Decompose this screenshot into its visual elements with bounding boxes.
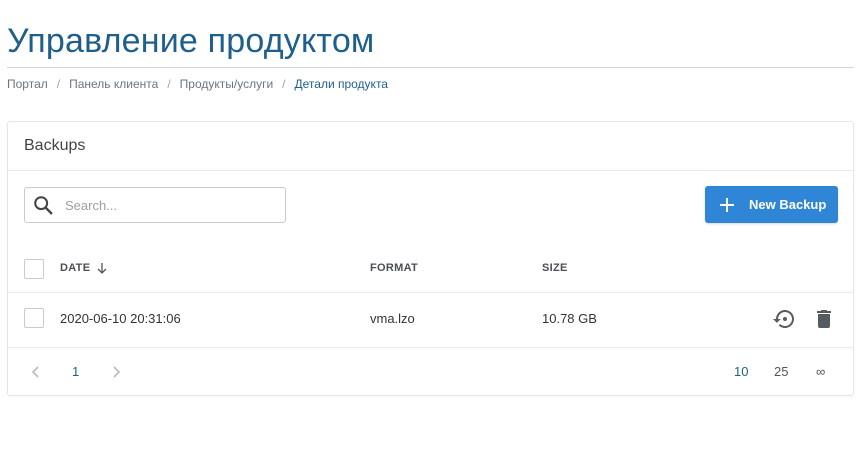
chevron-right-icon[interactable] [108, 364, 124, 380]
page-size-10[interactable]: 10 [734, 364, 748, 379]
card-header: Backups [8, 122, 853, 171]
select-all-checkbox[interactable] [24, 259, 44, 279]
plus-icon [720, 197, 734, 212]
new-backup-label: New Backup [749, 197, 827, 212]
page-size-all[interactable]: ∞ [816, 364, 825, 379]
breadcrumb-separator: / [167, 77, 171, 91]
card-title: Backups [24, 137, 86, 154]
new-backup-button[interactable]: New Backup [705, 186, 838, 223]
page-number-current[interactable]: 1 [72, 364, 79, 379]
column-header-format[interactable]: FORMAT [370, 262, 418, 274]
breadcrumb-separator: / [282, 77, 286, 91]
title-divider [7, 67, 854, 68]
breadcrumb-separator: / [56, 77, 61, 91]
chevron-left-icon[interactable] [28, 364, 44, 380]
cell-size: 10.78 GB [542, 311, 597, 326]
search-icon [34, 196, 53, 215]
breadcrumb-item-current: Детали продукта [294, 77, 388, 91]
column-header-date[interactable]: DATE [60, 262, 108, 274]
column-header-size[interactable]: SIZE [542, 262, 568, 274]
breadcrumb-item-client-panel[interactable]: Панель клиента [69, 77, 158, 91]
search-box[interactable] [24, 187, 286, 223]
table-header: DATE FORMAT SIZE [8, 244, 853, 293]
cell-date: 2020-06-10 20:31:06 [60, 311, 181, 326]
sort-descending-icon [97, 263, 107, 274]
page-title: Управление продуктом [7, 22, 375, 60]
breadcrumb: Портал / Панель клиента / Продукты/услуг… [7, 77, 388, 91]
delete-icon[interactable] [812, 307, 836, 331]
page-size-25[interactable]: 25 [774, 364, 788, 379]
breadcrumb-item-portal[interactable]: Портал [7, 77, 48, 91]
cell-format: vma.lzo [370, 311, 415, 326]
breadcrumb-item-products[interactable]: Продукты/услуги [180, 77, 274, 91]
backups-card: Backups New Backup DATE FORMAT SIZE [7, 121, 854, 396]
row-checkbox[interactable] [24, 308, 44, 328]
pagination: 1 10 25 ∞ [8, 348, 853, 396]
table-row: 2020-06-10 20:31:06 vma.lzo 10.78 GB [8, 293, 853, 348]
restore-icon[interactable] [772, 307, 796, 331]
search-input[interactable] [65, 197, 275, 213]
